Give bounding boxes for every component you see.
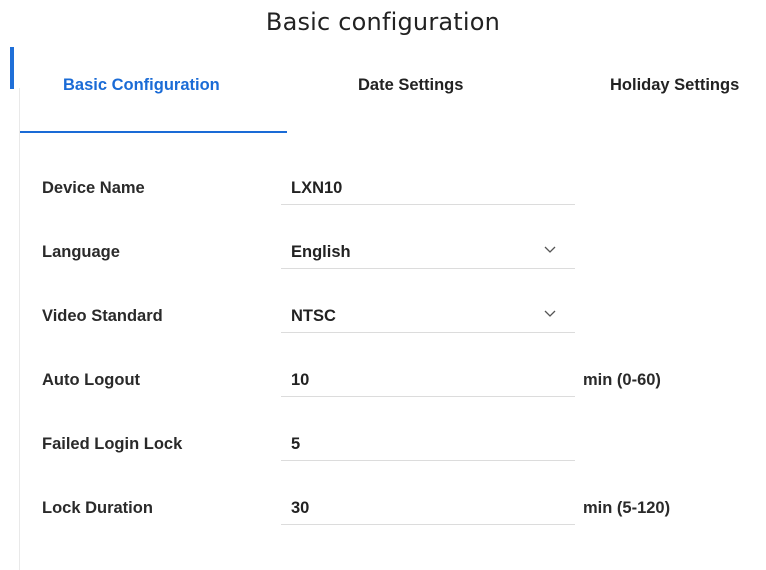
video-standard-select[interactable]: NTSC bbox=[281, 300, 575, 333]
device-name-value: LXN10 bbox=[291, 179, 343, 197]
sidebar-accent-bar bbox=[10, 47, 14, 89]
tab-date-settings[interactable]: Date Settings bbox=[358, 76, 463, 95]
chevron-down-icon bbox=[544, 246, 556, 253]
auto-logout-value: 10 bbox=[291, 371, 310, 389]
page-title: Basic configuration bbox=[265, 8, 501, 36]
auto-logout-hint: min (0-60) bbox=[583, 371, 661, 389]
language-select[interactable]: English bbox=[281, 236, 575, 269]
lock-duration-label: Lock Duration bbox=[42, 499, 153, 517]
lock-duration-value: 30 bbox=[291, 499, 310, 517]
auto-logout-label: Auto Logout bbox=[42, 371, 141, 389]
video-standard-value: NTSC bbox=[291, 307, 336, 325]
failed-login-lock-value: 5 bbox=[291, 435, 301, 453]
left-divider bbox=[19, 88, 20, 570]
device-name-label: Device Name bbox=[42, 179, 145, 197]
chevron-down-icon bbox=[544, 310, 556, 317]
language-value: English bbox=[291, 243, 351, 261]
device-name-input[interactable]: LXN10 bbox=[281, 172, 575, 205]
active-tab-indicator bbox=[20, 131, 287, 133]
lock-duration-input[interactable]: 30 bbox=[281, 492, 575, 525]
video-standard-label: Video Standard bbox=[42, 307, 163, 325]
lock-duration-hint: min (5-120) bbox=[583, 499, 671, 517]
tab-holiday-settings[interactable]: Holiday Settings bbox=[610, 76, 739, 95]
auto-logout-input[interactable]: 10 bbox=[281, 364, 575, 397]
language-label: Language bbox=[42, 243, 120, 261]
failed-login-lock-label: Failed Login Lock bbox=[42, 435, 183, 453]
failed-login-lock-input[interactable]: 5 bbox=[281, 428, 575, 461]
tab-basic-configuration[interactable]: Basic Configuration bbox=[63, 76, 220, 95]
